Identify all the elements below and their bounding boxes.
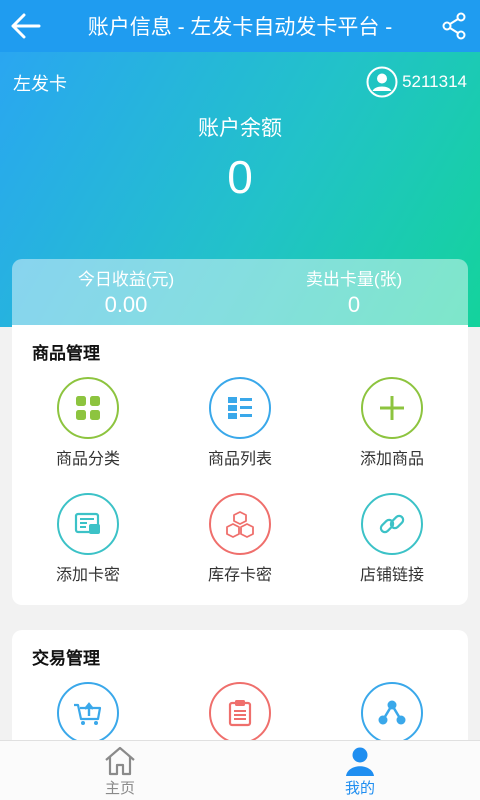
brand-name: 左发卡	[13, 74, 67, 94]
share-button[interactable]	[428, 0, 480, 52]
page-title: 账户信息 - 左发卡自动发卡平台 -	[87, 16, 393, 39]
product-actions-grid: 商品分类 商品列表 添加商品 添加卡密 库存卡密 店铺链接	[12, 377, 468, 609]
bottom-tab-bar: 主页 我的	[0, 740, 480, 800]
back-button[interactable]	[0, 0, 52, 52]
balance-label: 账户余额	[198, 117, 282, 140]
list-icon	[228, 397, 252, 419]
stat-label: 今日收益(元)	[77, 270, 175, 289]
stock-card-key-button[interactable]: 库存卡密	[164, 493, 316, 609]
section-title: 商品管理	[32, 344, 100, 363]
cart-upload-icon	[74, 702, 102, 725]
stat-value: 0	[347, 292, 361, 317]
tab-label: 我的	[344, 780, 375, 797]
arrow-left-icon	[11, 13, 41, 39]
stat-today-income: 今日收益(元) 0.00	[12, 259, 240, 325]
user-avatar-icon	[366, 66, 398, 98]
stat-label: 卖出卡量(张)	[305, 270, 403, 289]
add-product-button[interactable]: 添加商品	[316, 377, 468, 493]
share-nodes-icon	[378, 700, 406, 725]
tab-home[interactable]: 主页	[0, 741, 240, 800]
user-icon	[346, 747, 374, 776]
stats-panel: 今日收益(元) 0.00 卖出卡量(张) 0	[12, 259, 468, 325]
link-icon	[379, 514, 405, 534]
tab-label: 主页	[104, 780, 135, 797]
clipboard-icon	[228, 700, 252, 727]
action-label: 库存卡密	[207, 567, 272, 584]
shop-link-button[interactable]: 店铺链接	[316, 493, 468, 609]
action-label: 店铺链接	[359, 567, 424, 584]
boxes-icon	[226, 511, 254, 538]
action-label: 添加卡密	[55, 567, 120, 584]
user-badge[interactable]: 5211314	[366, 66, 467, 98]
action-label: 商品列表	[207, 451, 272, 468]
tab-mine[interactable]: 我的	[240, 741, 480, 800]
share-icon	[442, 12, 466, 40]
product-list-button[interactable]: 商品列表	[164, 377, 316, 493]
stat-cards-sold: 卖出卡量(张) 0	[240, 259, 468, 325]
stat-value: 0.00	[104, 292, 148, 317]
home-icon	[105, 746, 135, 776]
add-card-key-button[interactable]: 添加卡密	[12, 493, 164, 609]
user-id: 5211314	[402, 72, 467, 91]
section-title: 交易管理	[32, 649, 100, 668]
top-bar: 账户信息 - 左发卡自动发卡平台 -	[0, 0, 480, 52]
product-management-card: 商品管理 商品分类 商品列表 添加商品 添加卡密 库存卡密 店铺链接	[12, 325, 468, 605]
action-label: 添加商品	[359, 451, 424, 468]
balance-value: 0	[227, 151, 253, 203]
action-label: 商品分类	[55, 451, 120, 468]
product-categories-button[interactable]: 商品分类	[12, 377, 164, 493]
card-icon	[74, 512, 100, 534]
grid-icon	[76, 396, 100, 420]
plus-icon	[380, 396, 404, 420]
